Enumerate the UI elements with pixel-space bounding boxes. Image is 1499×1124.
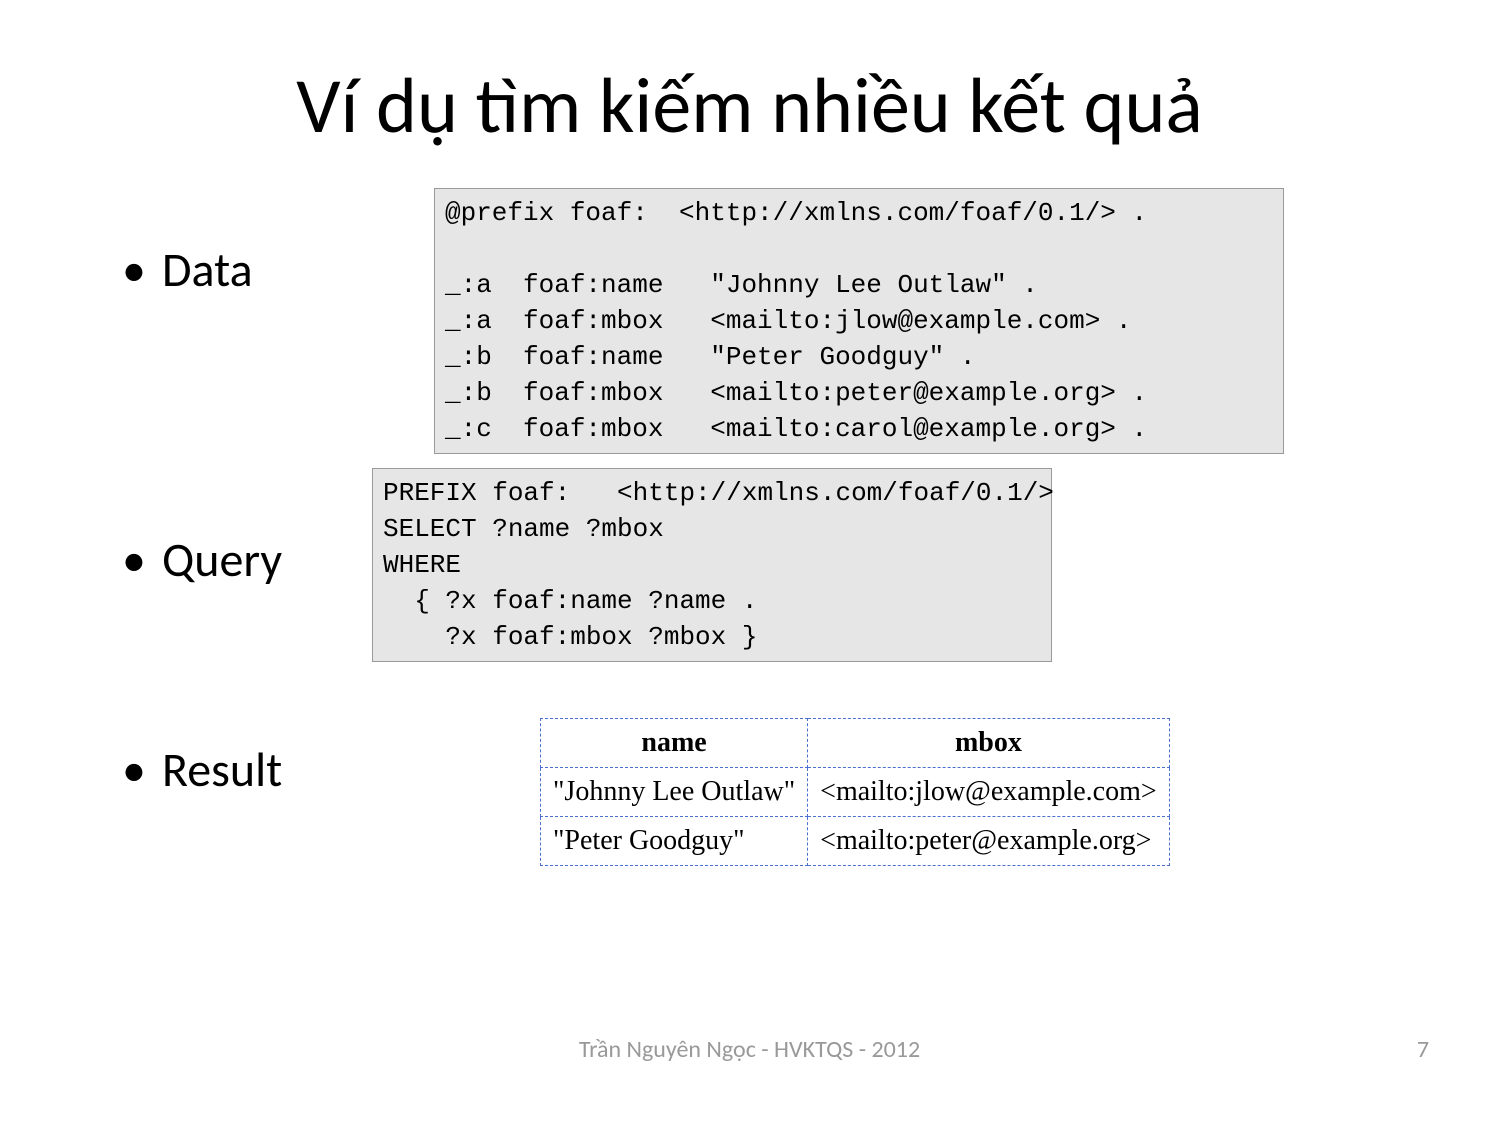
table-header-name: name [541, 719, 808, 768]
bullet-result: Result [162, 740, 282, 799]
slide-title: Ví dụ tìm kiếm nhiều kết quả [0, 58, 1499, 153]
query-code-box: PREFIX foaf: <http://xmlns.com/foaf/0.1/… [372, 468, 1052, 662]
table-row: "Johnny Lee Outlaw" <mailto:jlow@example… [541, 768, 1170, 817]
table-cell: "Peter Goodguy" [541, 817, 808, 866]
slide: Ví dụ tìm kiếm nhiều kết quả Data Query … [0, 0, 1499, 1124]
footer-page-number: 7 [1417, 1035, 1429, 1064]
footer-center: Trần Nguyên Ngọc - HVKTQS - 2012 [0, 1035, 1499, 1064]
table-row: "Peter Goodguy" <mailto:peter@example.or… [541, 817, 1170, 866]
table-header-row: name mbox [541, 719, 1170, 768]
bullet-data: Data [162, 240, 253, 299]
table-cell: <mailto:jlow@example.com> [808, 768, 1170, 817]
table-header-mbox: mbox [808, 719, 1170, 768]
table-cell: <mailto:peter@example.org> [808, 817, 1170, 866]
result-table: name mbox "Johnny Lee Outlaw" <mailto:jl… [540, 718, 1170, 866]
data-code-box: @prefix foaf: <http://xmlns.com/foaf/0.1… [434, 188, 1284, 454]
bullet-query: Query [162, 530, 282, 589]
table-cell: "Johnny Lee Outlaw" [541, 768, 808, 817]
